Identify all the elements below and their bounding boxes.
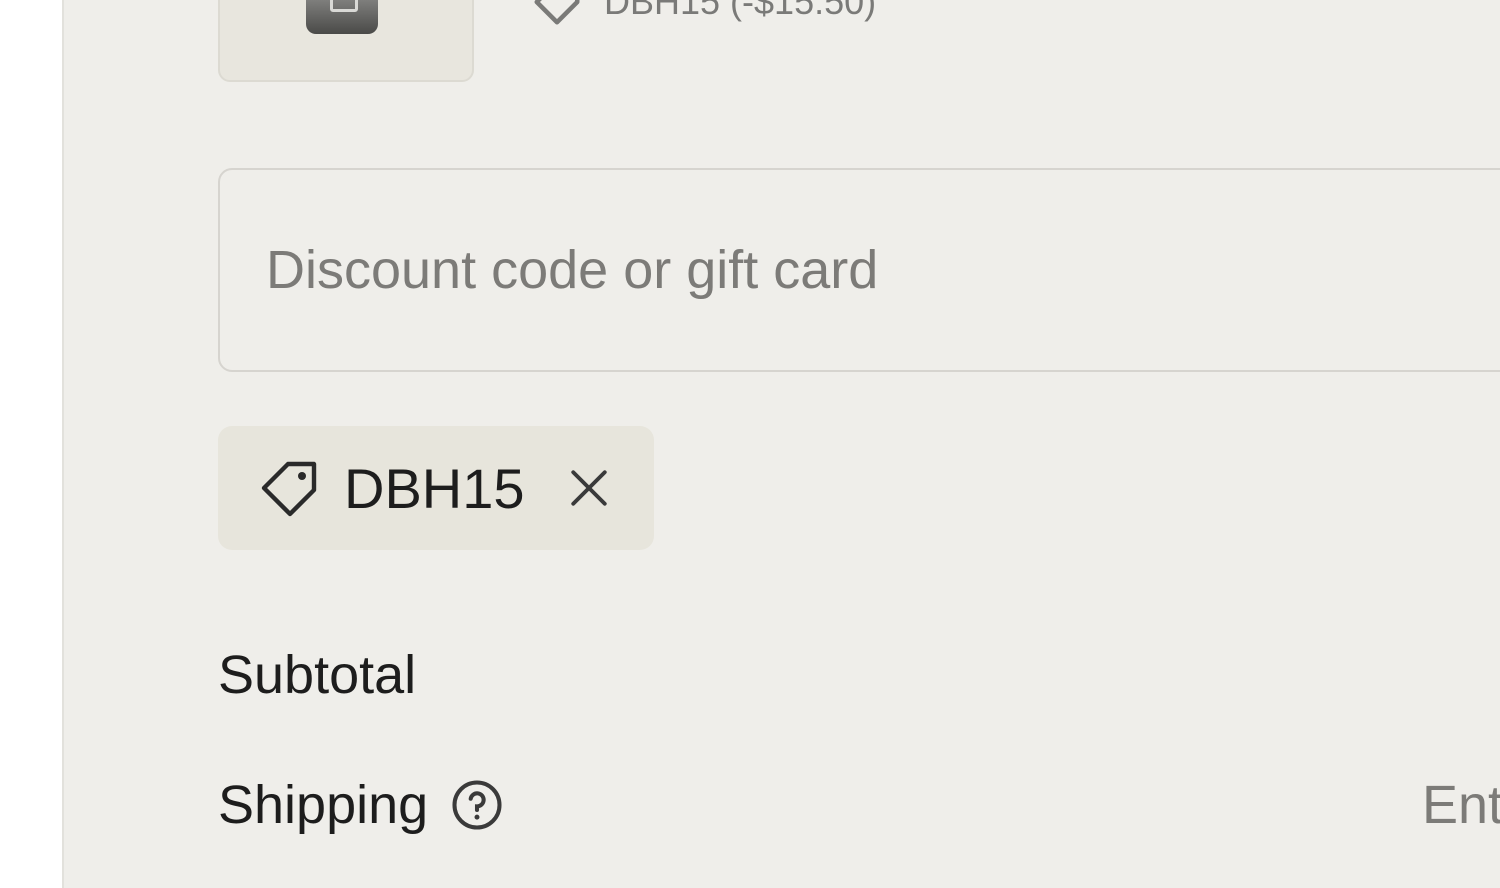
product-thumbnail [218,0,474,82]
line-item-discount-text: DBH15 (-$15.50) [604,0,877,22]
subtotal-row: Subtotal [218,640,416,710]
shipping-label: Shipping [218,775,429,835]
shipping-row: Shipping [218,770,504,840]
tag-icon [534,0,580,25]
discount-code-input[interactable] [218,168,1500,372]
subtotal-label: Subtotal [218,645,417,705]
close-icon [570,470,607,506]
shipping-value: Ent [1422,775,1500,835]
product-image [306,0,378,34]
applied-code-label: DBH15 [344,456,525,520]
checkout-page: DBH15 (-$15.50) DBH15 Subtotal Shipping … [0,0,1500,888]
tag-icon [261,461,317,517]
line-item-discount: DBH15 (-$15.50) [530,0,877,25]
applied-discount-chip: DBH15 [218,426,654,550]
remove-discount-button[interactable] [565,464,613,512]
question-circle-icon[interactable] [450,778,504,832]
